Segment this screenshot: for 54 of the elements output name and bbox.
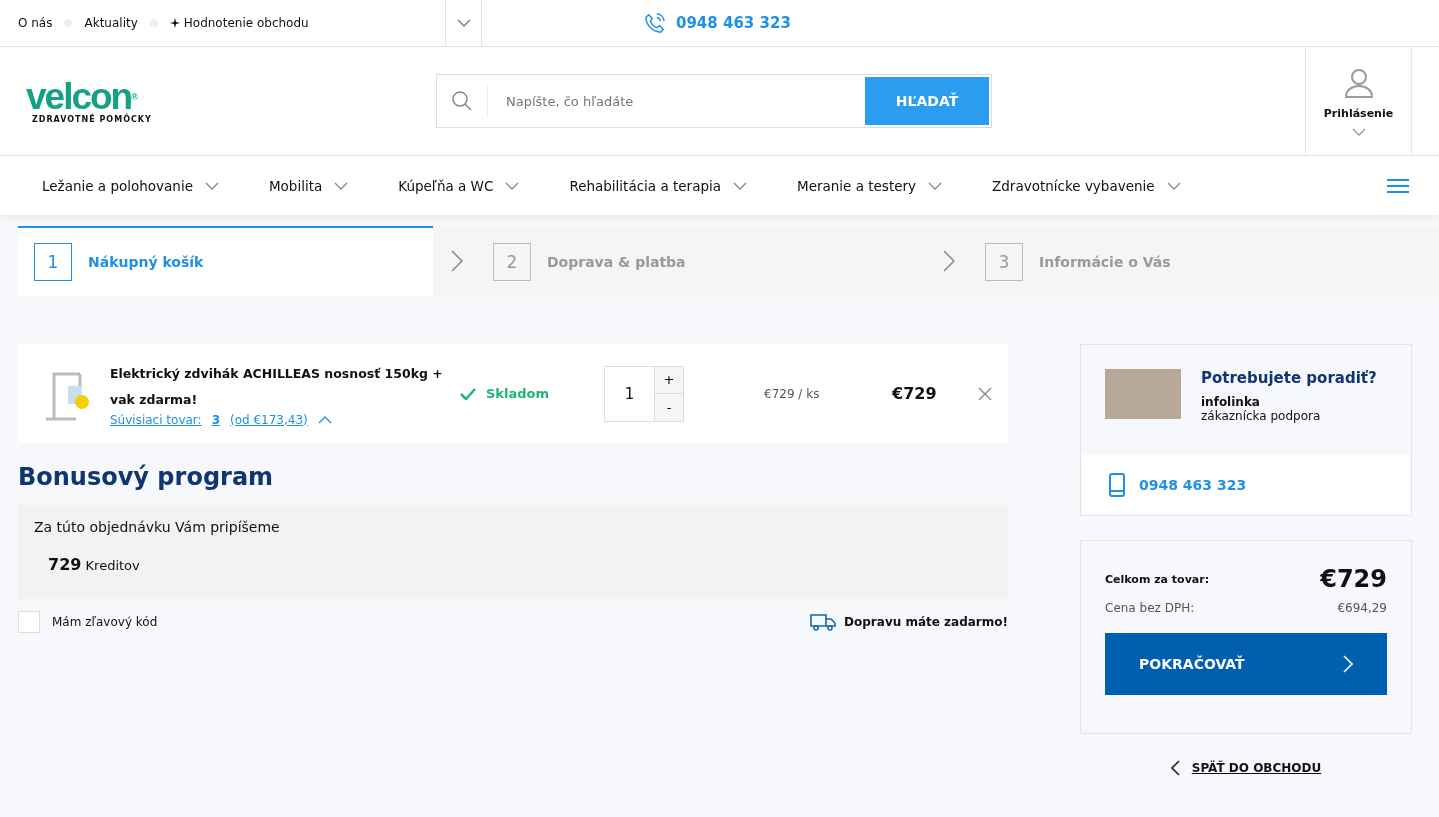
nav-menu-item[interactable]: Ležanie a polohovanie	[42, 177, 219, 194]
product-name[interactable]: Elektrický zdvihák ACHILLEAS nosnosť 150kg + vak zdarma!	[110, 360, 460, 413]
mobile-phone-icon	[1109, 473, 1125, 497]
continue-button[interactable]: POKRAČOVAŤ	[1105, 633, 1387, 695]
section-heading: Bonusový program	[18, 463, 275, 491]
help-title: Potrebujete poradiť?	[1201, 369, 1377, 387]
top-link[interactable]: Hodnotenie obchodu	[183, 16, 309, 30]
chevron-up-icon	[317, 415, 332, 424]
top-link[interactable]: Aktuality	[84, 16, 138, 30]
item-price: €729	[892, 384, 938, 403]
nav-menu-item[interactable]: Mobilita	[268, 177, 349, 194]
chevron-down-icon	[334, 181, 349, 190]
chevron-down-icon	[1166, 181, 1181, 190]
nav-menu-item[interactable]: Kúpeľňa a WC	[398, 177, 520, 194]
checkbox[interactable]	[18, 611, 40, 633]
net-price: €694,29	[1337, 601, 1387, 615]
net-price-label: Cena bez DPH:	[1105, 601, 1195, 615]
dropdown-toggle[interactable]	[445, 0, 482, 46]
nav-menu-item[interactable]: Meranie a testery	[797, 177, 943, 194]
total-label: Celkom za tovar:	[1105, 572, 1210, 586]
bonus-text: Za túto objednávku Vám pripíšeme	[34, 519, 281, 535]
truck-icon	[810, 613, 837, 631]
chevron-down-icon	[928, 181, 943, 190]
free-shipping-text: Dopravu máte zadarmo!	[844, 615, 1008, 629]
chevron-down-icon	[204, 181, 219, 190]
help-label: infolinka	[1201, 395, 1261, 409]
logo[interactable]: velcon$^{®}$ ZDRAVOTNÉ POMÔCKY	[26, 78, 436, 124]
user-icon	[1342, 66, 1375, 99]
chevron-down-icon	[1351, 127, 1366, 136]
credit-amount: 729	[48, 555, 82, 574]
chevron-left-icon	[1170, 760, 1180, 776]
unit-price: €729 / ks	[764, 386, 821, 401]
chevron-down-icon	[733, 181, 747, 190]
menu-icon[interactable]	[1387, 177, 1409, 194]
chevron-right-icon	[1343, 655, 1353, 673]
check-icon	[460, 387, 476, 400]
top-link[interactable]: O nás	[18, 16, 53, 30]
nav-menu-item[interactable]: Rehabilitácia a terapia	[569, 177, 747, 194]
close-icon[interactable]	[978, 386, 992, 401]
nav-menu-item[interactable]: Zdravotnícke vybavenie	[992, 177, 1181, 194]
chevron-down-icon	[505, 181, 520, 190]
search-icon	[451, 90, 473, 112]
phone-icon	[644, 12, 666, 34]
credit-unit: Kreditov	[85, 558, 140, 573]
chevron-right-icon	[943, 250, 955, 272]
related-products-link[interactable]: Súvisiaci tovar: 3 (od €173,43)	[110, 412, 460, 427]
stock-status: Skladom	[486, 386, 550, 401]
total-price: €729	[1320, 565, 1387, 593]
chevron-down-icon	[456, 19, 471, 27]
help-subtitle: zákaznícka podpora	[1201, 409, 1322, 423]
chevron-right-icon	[451, 250, 463, 272]
checkbox-label[interactable]: Mám zľavový kód	[52, 615, 158, 629]
back-to-shop-link[interactable]: SPÄŤ DO OBCHODU	[1080, 760, 1412, 776]
login-button[interactable]: Prihlásenie	[1305, 47, 1412, 155]
